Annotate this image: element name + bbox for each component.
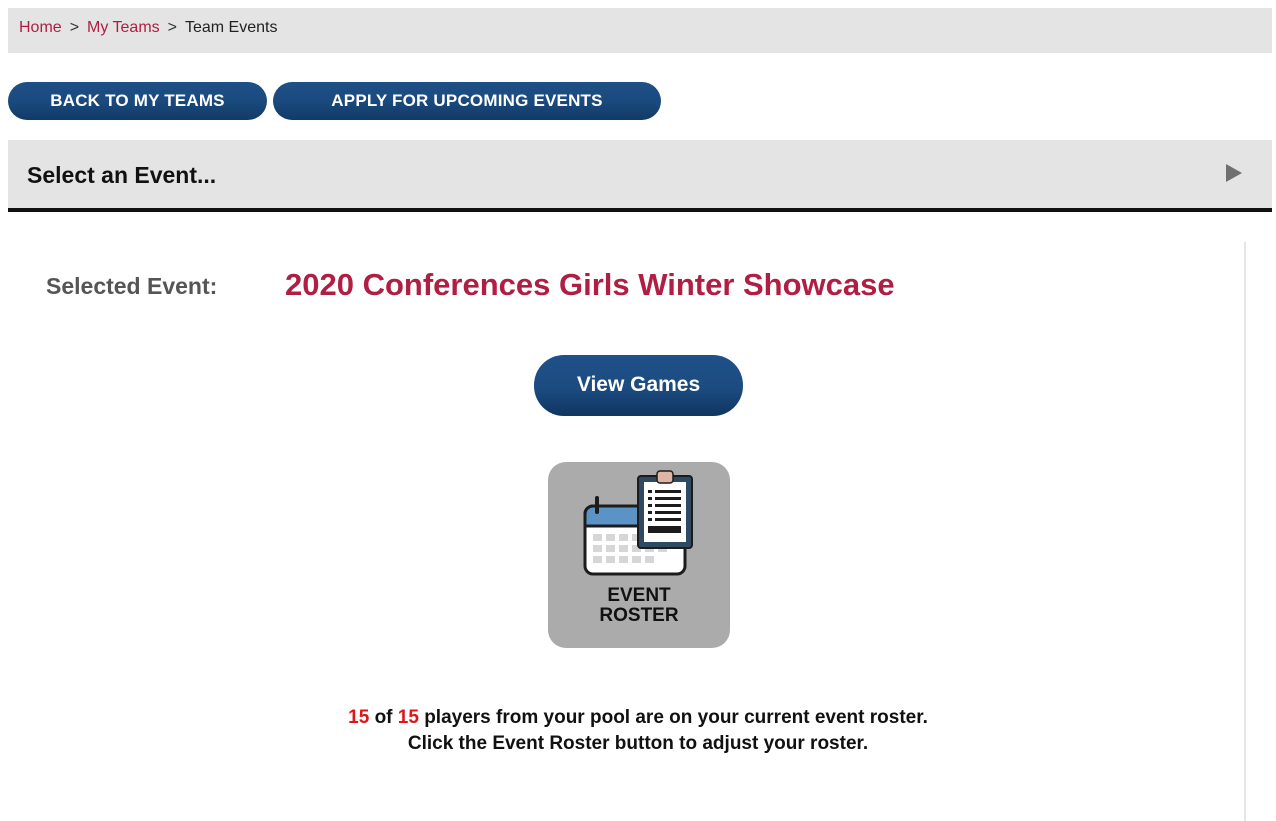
event-selector-label: Select an Event... xyxy=(27,162,217,188)
apply-for-upcoming-events-button[interactable]: APPLY FOR UPCOMING EVENTS xyxy=(273,82,661,120)
back-to-my-teams-button[interactable]: BACK TO MY TEAMS xyxy=(8,82,267,120)
selected-event-label: Selected Event: xyxy=(46,273,218,299)
roster-count-total: 15 xyxy=(397,707,419,728)
event-roster-label: EVENT ROSTER xyxy=(548,586,730,626)
event-roster-button[interactable]: EVENT ROSTER xyxy=(548,462,730,648)
roster-hint-text: Click the Event Roster button to adjust … xyxy=(407,733,869,754)
team-events-page: Home > My Teams > Team Events BACK TO MY TEA… xyxy=(0,0,1276,821)
breadcrumb-current: Team Events xyxy=(184,19,278,36)
breadcrumb: Home > My Teams > Team Events xyxy=(8,8,1272,53)
roster-count-current: 15 xyxy=(348,707,370,728)
breadcrumb-my-teams-link[interactable]: My Teams xyxy=(87,19,160,36)
event-roster-label-line1: EVENT xyxy=(607,585,671,606)
event-selector[interactable]: Select an Event... xyxy=(8,140,1272,212)
view-games-button[interactable]: View Games xyxy=(534,355,743,416)
breadcrumb-separator: > xyxy=(69,19,80,36)
roster-count-text: 15 of 15 players from your pool are on y… xyxy=(0,707,1276,729)
calendar-clipboard-icon xyxy=(583,470,693,576)
selected-event-name: 2020 Conferences Girls Winter Showcase xyxy=(285,267,895,302)
roster-count-rest: players from your pool are on your curre… xyxy=(424,707,928,728)
roster-count-of: of xyxy=(374,707,393,728)
breadcrumb-home-link[interactable]: Home xyxy=(19,19,62,36)
event-roster-label-line2: ROSTER xyxy=(599,605,679,626)
triangle-right-icon xyxy=(1226,164,1242,182)
breadcrumb-separator: > xyxy=(167,19,177,36)
